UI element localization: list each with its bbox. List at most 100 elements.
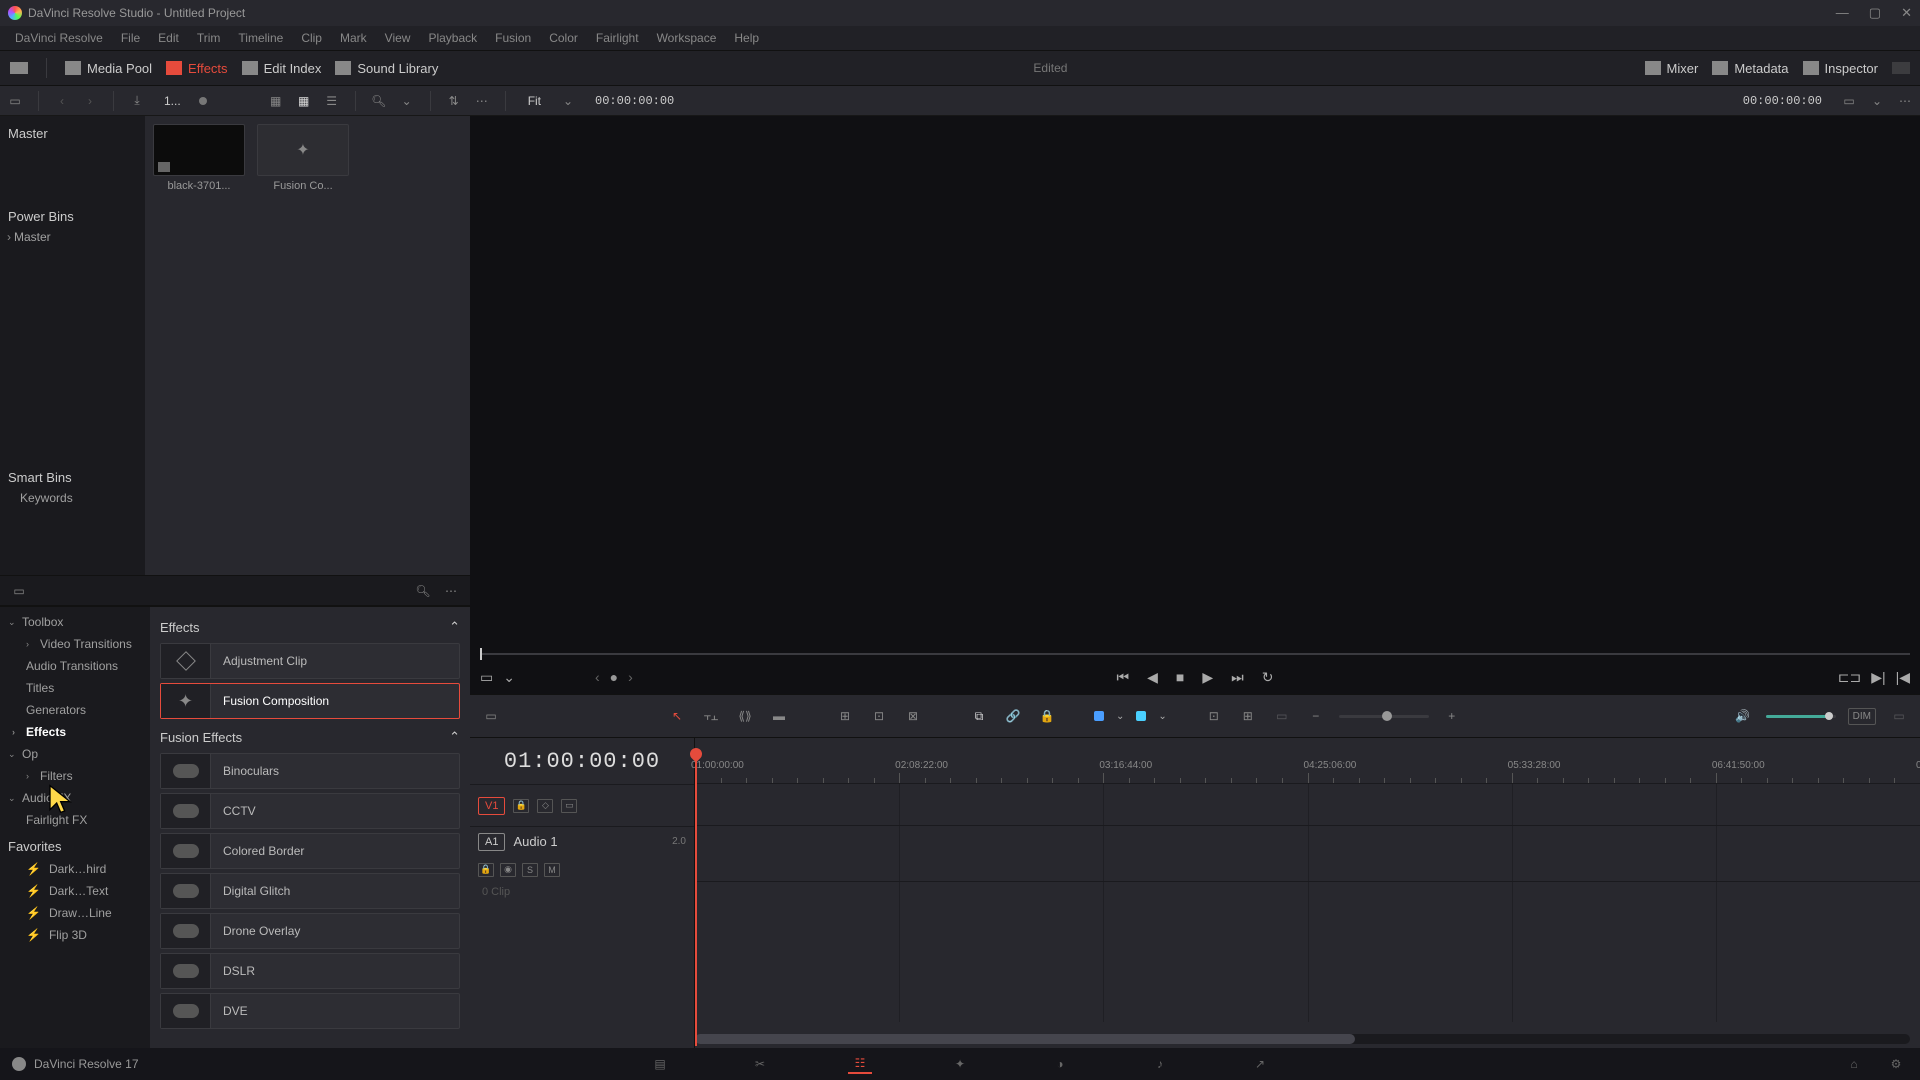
chevron-down-icon[interactable]: ⌄ bbox=[1116, 711, 1124, 722]
chevron-down-icon[interactable]: ⌄ bbox=[503, 669, 515, 686]
sort-label[interactable]: 1... bbox=[156, 92, 189, 110]
metadata-button[interactable]: Metadata bbox=[1712, 61, 1788, 76]
favorite-item[interactable]: ⚡Flip 3D bbox=[0, 924, 150, 946]
menu-view[interactable]: View bbox=[376, 31, 420, 45]
edit-page-icon[interactable]: ☷ bbox=[848, 1054, 872, 1074]
track-auto-icon[interactable]: ◇ bbox=[537, 799, 553, 813]
audio-track-a1[interactable] bbox=[695, 826, 1920, 882]
media-clip[interactable]: black-3701... bbox=[153, 124, 245, 192]
menu-edit[interactable]: Edit bbox=[149, 31, 188, 45]
more-icon[interactable]: ⋯ bbox=[1896, 92, 1914, 110]
effect-item[interactable]: Adjustment Clip bbox=[160, 643, 460, 679]
panel-toggle-icon[interactable] bbox=[10, 62, 28, 74]
fusion-page-icon[interactable]: ✦ bbox=[948, 1054, 972, 1074]
timeline-timecode[interactable]: 01:00:00:00 bbox=[470, 738, 694, 784]
mute-icon[interactable]: ▭ bbox=[1888, 705, 1910, 727]
mixer-button[interactable]: Mixer bbox=[1645, 61, 1699, 76]
tree-audiofx[interactable]: ⌄Audio FX bbox=[0, 787, 150, 809]
menu-mark[interactable]: Mark bbox=[331, 31, 376, 45]
menu-davinci-resolve[interactable]: DaVinci Resolve bbox=[6, 31, 112, 45]
match-frame-icon[interactable]: ⊏⊐ bbox=[1838, 669, 1861, 686]
view-meta-icon[interactable]: ▦ bbox=[267, 92, 285, 110]
audio-track-header[interactable]: A1 Audio 1 2.0 🔒 ◉ S M bbox=[470, 826, 694, 882]
single-viewer-icon[interactable]: ▭ bbox=[1840, 92, 1858, 110]
lock-icon[interactable]: 🔒 bbox=[1036, 705, 1058, 727]
master-bin[interactable]: Master bbox=[0, 122, 145, 145]
track-solo-button[interactable]: S bbox=[522, 863, 538, 877]
close-button[interactable]: ✕ bbox=[1901, 5, 1912, 21]
viewer-scrubber[interactable] bbox=[480, 648, 1910, 660]
tree-audio-transitions[interactable]: Audio Transitions bbox=[0, 655, 150, 677]
menu-timeline[interactable]: Timeline bbox=[229, 31, 292, 45]
nav-back-icon[interactable]: ‹ bbox=[53, 92, 71, 110]
snap-icon[interactable]: ⧉ bbox=[968, 705, 990, 727]
import-icon[interactable]: ⤓ bbox=[128, 92, 146, 110]
effect-item[interactable]: DVE bbox=[160, 993, 460, 1029]
next-edit-icon[interactable]: › bbox=[628, 669, 633, 685]
tree-toolbox[interactable]: ⌄Toolbox bbox=[0, 611, 150, 633]
menu-fairlight[interactable]: Fairlight bbox=[587, 31, 648, 45]
media-page-icon[interactable]: ▤ bbox=[648, 1054, 672, 1074]
tree-video-transitions[interactable]: ›Video Transitions bbox=[0, 633, 150, 655]
maximize-button[interactable]: ▢ bbox=[1869, 5, 1881, 21]
timeline-scrollbar[interactable] bbox=[695, 1034, 1910, 1044]
menu-fusion[interactable]: Fusion bbox=[486, 31, 540, 45]
effect-item[interactable]: Binoculars bbox=[160, 753, 460, 789]
chevron-down-icon[interactable]: ⌄ bbox=[559, 92, 577, 110]
flag-color-icon[interactable] bbox=[1094, 711, 1104, 721]
minimize-button[interactable]: — bbox=[1836, 5, 1849, 21]
effect-item[interactable]: Drone Overlay bbox=[160, 913, 460, 949]
blade-tool-icon[interactable]: ▬ bbox=[768, 705, 790, 727]
more-icon[interactable]: ⋯ bbox=[473, 92, 491, 110]
menu-color[interactable]: Color bbox=[540, 31, 587, 45]
tree-generators[interactable]: Generators bbox=[0, 699, 150, 721]
chevron-down-icon[interactable]: ⌄ bbox=[1158, 711, 1166, 722]
track-mute-button[interactable]: M bbox=[544, 863, 560, 877]
chevron-down-icon[interactable]: ⌄ bbox=[398, 92, 416, 110]
trim-tool-icon[interactable]: ⫟⫠ bbox=[700, 705, 722, 727]
view-list-icon[interactable]: ☰ bbox=[323, 92, 341, 110]
effect-item[interactable]: ✦Fusion Composition bbox=[160, 683, 460, 719]
bin-list-toggle-icon[interactable]: ▭ bbox=[6, 92, 24, 110]
more-icon[interactable]: ⋯ bbox=[442, 582, 460, 600]
sort-icon[interactable]: ⇅ bbox=[445, 92, 463, 110]
chevron-down-icon[interactable]: ⌄ bbox=[1868, 92, 1886, 110]
search-icon[interactable]: 🔍︎ bbox=[414, 582, 432, 600]
nav-fwd-icon[interactable]: › bbox=[81, 92, 99, 110]
playhead[interactable] bbox=[695, 756, 697, 1046]
search-icon[interactable]: 🔍︎ bbox=[370, 92, 388, 110]
insert-icon[interactable]: ⊞ bbox=[834, 705, 856, 727]
video-track-header[interactable]: V1 🔒 ◇ ▭ bbox=[470, 784, 694, 826]
jump-first-icon[interactable]: ⏮ bbox=[1117, 669, 1130, 686]
zoom-slider[interactable] bbox=[1339, 715, 1429, 718]
favorite-item[interactable]: ⚡Draw…Line bbox=[0, 902, 150, 924]
zoom-detail-icon[interactable]: ⊞ bbox=[1237, 705, 1259, 727]
tree-openfx[interactable]: ⌄Op bbox=[0, 743, 150, 765]
menu-trim[interactable]: Trim bbox=[188, 31, 230, 45]
tree-titles[interactable]: Titles bbox=[0, 677, 150, 699]
timeline-view-icon[interactable]: ▭ bbox=[480, 705, 502, 727]
smart-bin-keywords[interactable]: Keywords bbox=[0, 489, 145, 507]
effects-panel-toggle-icon[interactable]: ▭ bbox=[10, 582, 28, 600]
media-clip[interactable]: ✦Fusion Co... bbox=[257, 124, 349, 192]
overwrite-icon[interactable]: ⊡ bbox=[868, 705, 890, 727]
menu-workspace[interactable]: Workspace bbox=[648, 31, 726, 45]
dim-button[interactable]: DIM bbox=[1848, 708, 1876, 725]
loop-icon[interactable]: ↻ bbox=[1262, 669, 1274, 686]
goto-out-icon[interactable]: |◀ bbox=[1896, 669, 1910, 686]
goto-in-icon[interactable]: ▶| bbox=[1871, 669, 1885, 686]
zoom-out-icon[interactable]: − bbox=[1305, 705, 1327, 727]
power-bins-master[interactable]: ›Master bbox=[0, 228, 145, 246]
sound-library-button[interactable]: Sound Library bbox=[335, 61, 438, 76]
timeline-viewer[interactable]: ▭ ⌄ ‹ ● › ⏮ ◀ ■ ▶ ⏭ ↻ ⊏⊐ ▶| |◀ bbox=[470, 116, 1920, 694]
play-icon[interactable]: ▶ bbox=[1202, 669, 1213, 686]
marker-color-icon[interactable] bbox=[1136, 711, 1146, 721]
home-icon[interactable]: ⌂ bbox=[1842, 1054, 1866, 1074]
color-page-icon[interactable]: ◑ bbox=[1048, 1054, 1072, 1074]
timeline-ruler[interactable]: 01:00:00:0002:08:22:0003:16:44:0004:25:0… bbox=[695, 738, 1920, 784]
stop-icon[interactable]: ■ bbox=[1176, 669, 1184, 685]
track-a1-badge[interactable]: A1 bbox=[478, 833, 505, 851]
zoom-custom-icon[interactable]: ▭ bbox=[1271, 705, 1293, 727]
selection-tool-icon[interactable]: ↖ bbox=[666, 705, 688, 727]
track-arm-icon[interactable]: ◉ bbox=[500, 863, 516, 877]
